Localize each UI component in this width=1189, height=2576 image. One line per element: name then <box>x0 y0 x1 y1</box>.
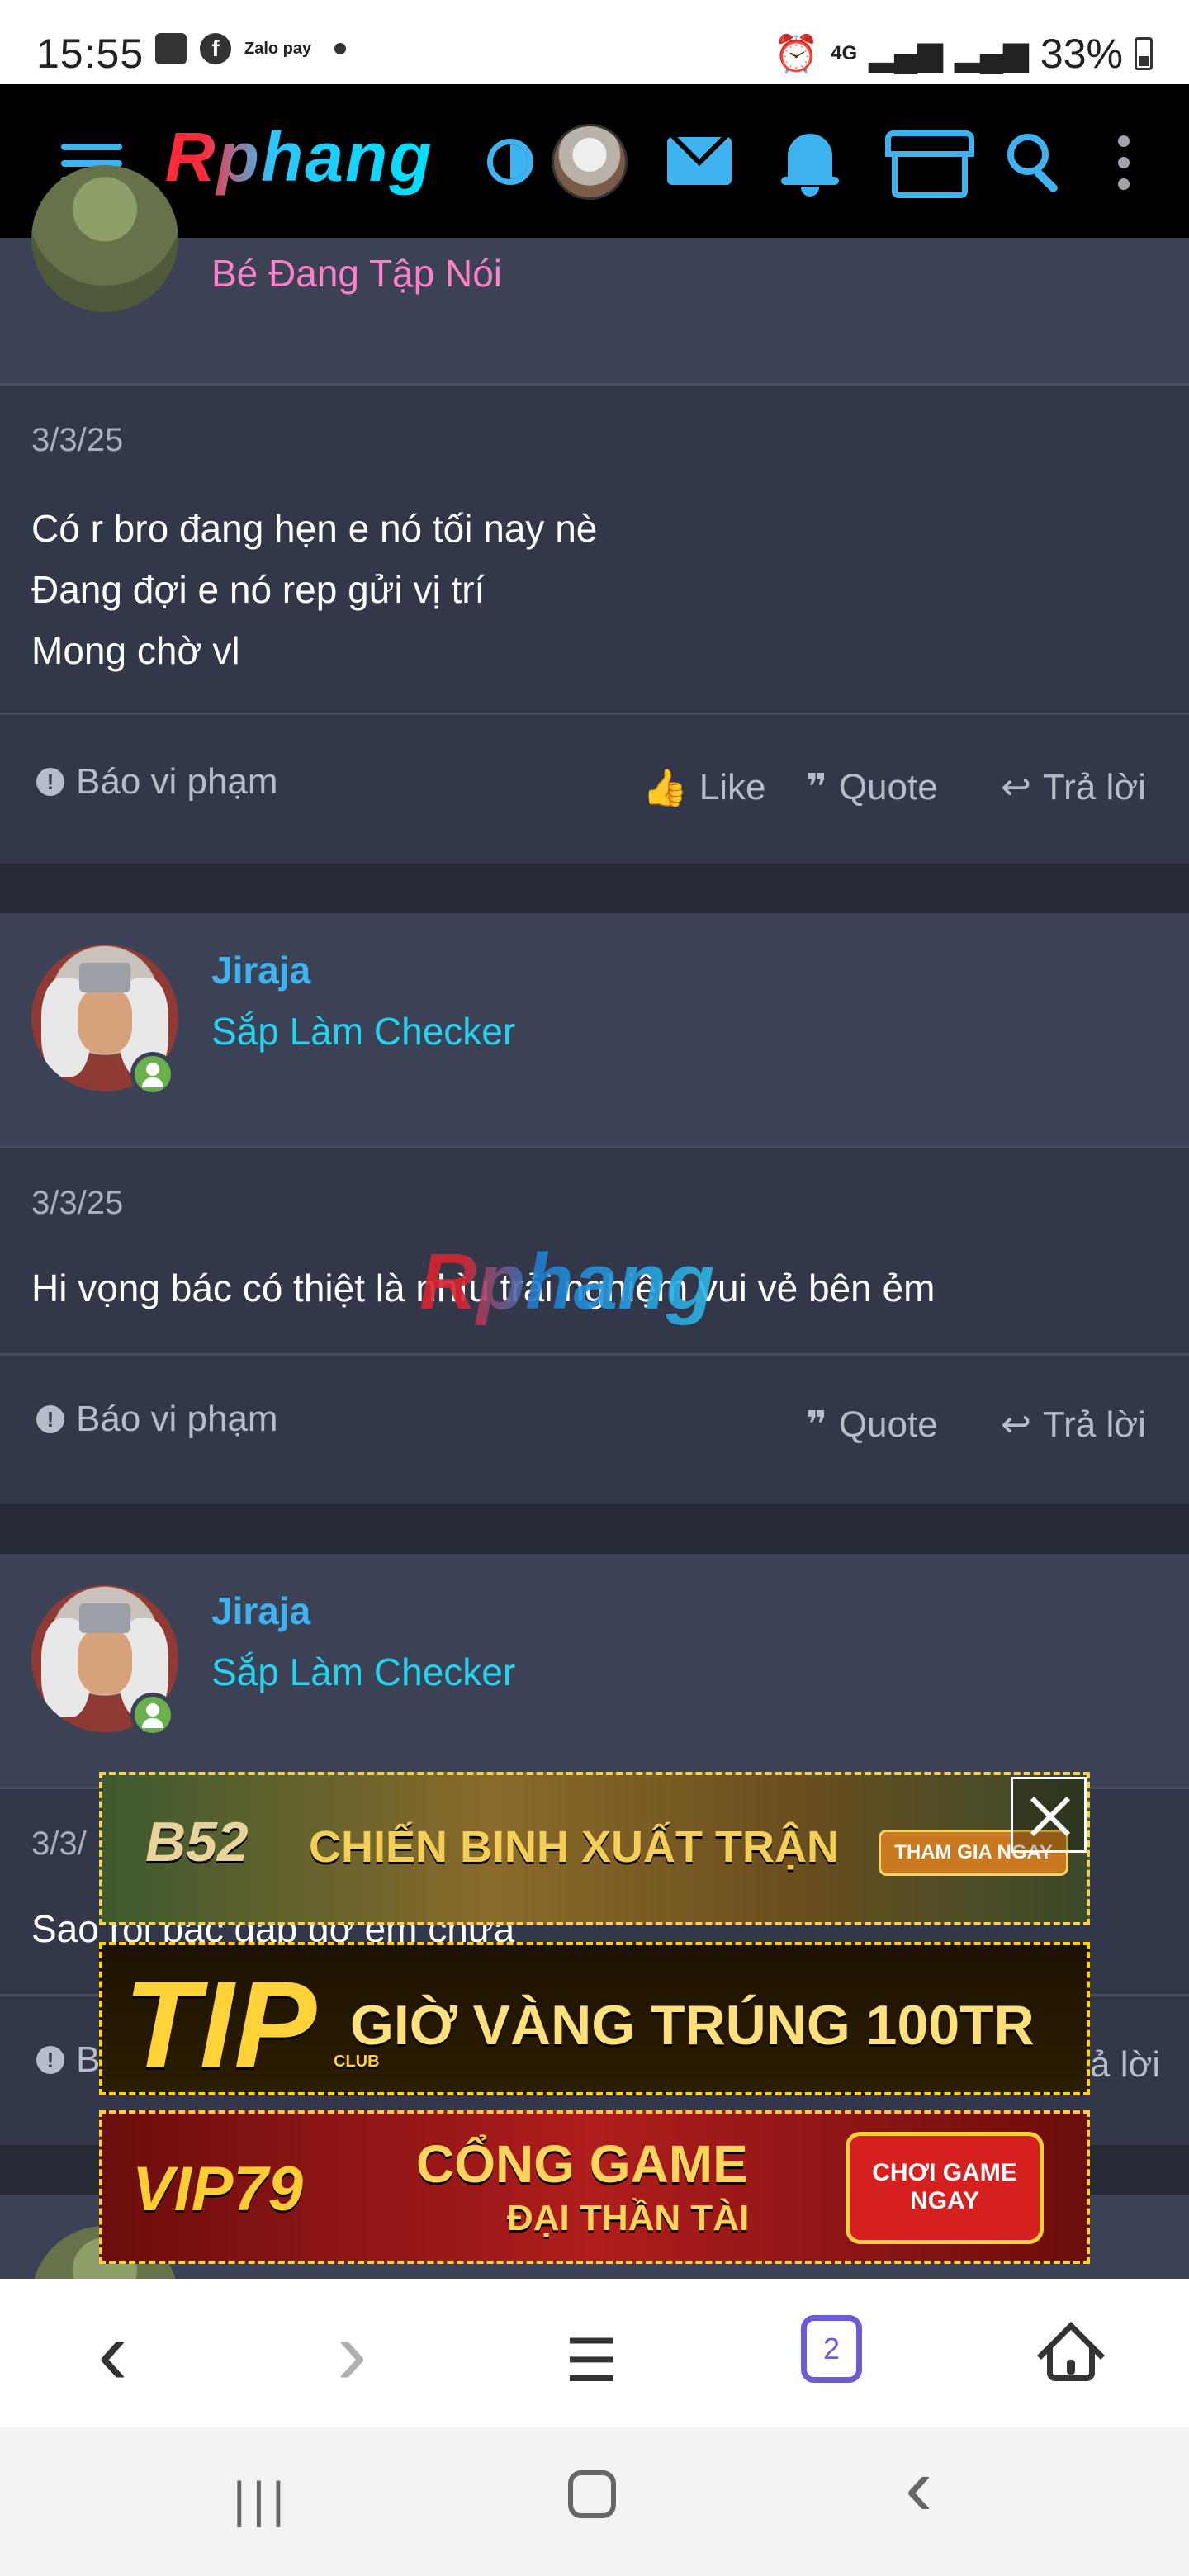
reply-label: Trả lời <box>1042 766 1146 807</box>
quote-label: Quote <box>838 1404 938 1445</box>
site-logo[interactable]: Rphang <box>165 117 433 197</box>
ad-banner-b52[interactable]: B52 CHIẾN BINH XUẤT TRẬN THAM GIA NGAY <box>99 1772 1090 1925</box>
report-label: Báo vi phạm <box>76 761 278 802</box>
status-time: 15:55 <box>36 31 144 77</box>
gallery-icon <box>155 33 187 64</box>
like-label: Like <box>699 767 766 807</box>
notification-icons: f Zalo pay <box>155 33 347 64</box>
ad-banner-tip-club[interactable]: TIP CLUB GIỜ VÀNG TRÚNG 100TR <box>99 1942 1090 2095</box>
ad3-cta[interactable]: CHƠI GAME NGAY <box>846 2132 1044 2244</box>
post-3-user-block: Jiraja Sắp Làm Checker <box>0 1554 1189 1787</box>
tabs-icon[interactable]: 2 <box>801 2315 862 2383</box>
report-button[interactable]: ! Báo vi phạm <box>36 761 278 803</box>
quote-icon: ❞ <box>806 1404 827 1445</box>
battery-icon <box>1135 37 1153 70</box>
alarm-icon: ⏰ <box>774 34 820 74</box>
home-icon[interactable] <box>1036 2321 1106 2390</box>
mail-icon[interactable] <box>667 137 732 185</box>
store-icon[interactable] <box>885 130 974 198</box>
signal-2-icon: ▂▄▆ <box>955 36 1029 72</box>
reply-label: Trả lời <box>1042 1404 1146 1445</box>
user-avatar[interactable] <box>552 124 628 200</box>
quote-label: Quote <box>838 766 938 807</box>
ad-close-icon[interactable] <box>1011 1777 1087 1853</box>
post-2-username[interactable]: Jiraja <box>211 948 310 992</box>
online-status-icon <box>130 1693 175 1737</box>
ad3-brand: VIP79 <box>132 2154 304 2224</box>
reply-icon: ↩ <box>1001 767 1031 807</box>
watermark-logo: Rphang <box>419 1238 715 1326</box>
post-1-date[interactable]: 3/3/25 <box>31 422 123 459</box>
status-bar: 15:55 f Zalo pay ⏰ 4G ▂▄▆ ▂▄▆ 33% <box>0 0 1189 84</box>
post-2-user-block: Jiraja Sắp Làm Checker <box>0 913 1189 1146</box>
app-header: Rphang <box>0 84 1189 238</box>
report-button[interactable]: ! Báo vi phạm <box>36 1399 278 1440</box>
post-1-body: 3/3/25 Có r bro đang hẹn e nó tối nay nè… <box>0 386 1189 713</box>
ad3-cta-top: CHƠI GAME <box>872 2159 1017 2186</box>
kebab-menu-icon[interactable] <box>1118 135 1131 190</box>
network-type-icon: 4G <box>831 42 858 64</box>
search-icon[interactable] <box>1007 134 1065 194</box>
like-button[interactable]: 👍 Like <box>642 766 766 809</box>
quote-button[interactable]: ❞ Quote <box>806 1404 938 1446</box>
post-2-actions: ! Báo vi phạm ❞ Quote ↩ Trả lời <box>0 1356 1189 1504</box>
system-back-icon[interactable]: ‹ <box>905 2446 932 2528</box>
reply-icon: ↩ <box>1001 1404 1031 1445</box>
browser-toolbar: ‹ › ☰ 2 <box>0 2279 1189 2427</box>
post-1-user-block: Bé Đang Tập Nói <box>0 165 1189 383</box>
facebook-icon: f <box>200 33 231 64</box>
reply-button[interactable]: ả lời <box>1090 2044 1160 2086</box>
ad1-text: CHIẾN BINH XUẤT TRẬN <box>309 1822 839 1872</box>
post-1-actions: ! Báo vi phạm 👍 Like ❞ Quote ↩ Trả lời <box>0 715 1189 864</box>
status-right: ⏰ 4G ▂▄▆ ▂▄▆ 33% <box>774 30 1153 78</box>
more-notifications-dot-icon <box>334 43 347 54</box>
report-icon: ! <box>36 1405 64 1433</box>
ad-banner-vip79[interactable]: VIP79 CỔNG GAME ĐẠI THẦN TÀI CHƠI GAME N… <box>99 2110 1090 2264</box>
post-1-message-line-3: Mong chờ vl <box>31 629 240 672</box>
report-button[interactable]: ! B <box>36 2039 100 2081</box>
report-icon: ! <box>36 2046 64 2074</box>
ad1-badge: B52 <box>145 1811 249 1873</box>
back-icon[interactable]: ‹ <box>97 2308 128 2398</box>
reply-button[interactable]: ↩ Trả lời <box>1001 766 1146 808</box>
quote-button[interactable]: ❞ Quote <box>806 766 938 808</box>
menu-icon[interactable]: ☰ <box>565 2322 618 2401</box>
signal-icon: ▂▄▆ <box>869 36 944 72</box>
quote-icon: ❞ <box>806 767 827 807</box>
post-2-date[interactable]: 3/3/25 <box>31 1185 123 1222</box>
post-1-avatar[interactable] <box>31 165 178 312</box>
system-navigation-bar: ||| ‹ <box>0 2427 1189 2576</box>
thumbs-up-icon: 👍 <box>642 768 688 808</box>
bell-icon[interactable] <box>781 129 839 197</box>
theme-toggle-icon[interactable] <box>487 139 533 185</box>
ad3-text-top: CỔNG GAME <box>416 2134 748 2194</box>
recents-icon[interactable]: ||| <box>233 2467 291 2533</box>
ad3-cta-bottom: NGAY <box>910 2187 979 2214</box>
online-status-icon <box>130 1052 175 1096</box>
reply-label: ả lời <box>1090 2044 1161 2085</box>
ad2-brand: TIP <box>124 1955 317 2094</box>
post-3-username[interactable]: Jiraja <box>211 1589 310 1633</box>
report-icon: ! <box>36 768 64 796</box>
ad2-text: GIỜ VÀNG TRÚNG 100TR <box>350 1994 1035 2057</box>
ad3-text-bottom: ĐẠI THẦN TÀI <box>507 2198 750 2238</box>
home-button-icon[interactable] <box>568 2470 616 2518</box>
post-3-date[interactable]: 3/3/ <box>31 1825 87 1863</box>
reply-button[interactable]: ↩ Trả lời <box>1001 1404 1146 1446</box>
report-label: B <box>76 2039 101 2080</box>
post-1-user-rank: Bé Đang Tập Nói <box>211 252 503 295</box>
post-1-message-line-1: Có r bro đang hẹn e nó tối nay nè <box>31 507 598 550</box>
battery-percent: 33% <box>1040 31 1123 77</box>
forward-icon[interactable]: › <box>337 2308 367 2398</box>
report-label: Báo vi phạm <box>76 1399 278 1439</box>
zalopay-icon: Zalo pay <box>244 40 312 58</box>
post-2-user-rank: Sắp Làm Checker <box>211 1010 516 1053</box>
post-3-user-rank: Sắp Làm Checker <box>211 1650 516 1693</box>
post-1-message-line-2: Đang đợi e nó rep gửi vị trí <box>31 568 486 611</box>
